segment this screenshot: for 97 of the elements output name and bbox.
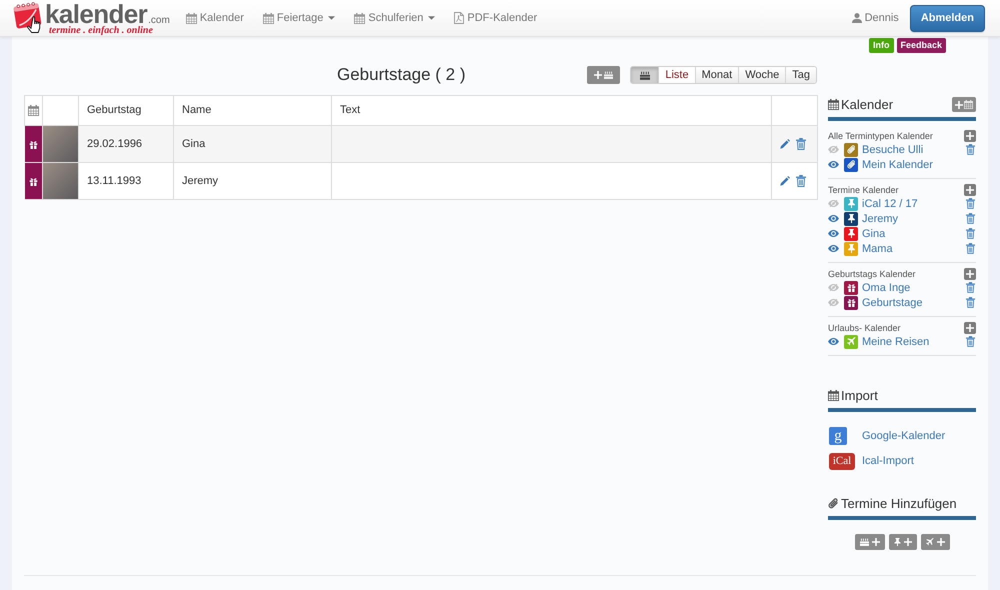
plus-icon <box>872 538 880 546</box>
photo-placeholder <box>43 163 79 199</box>
calendar-icon <box>964 100 973 109</box>
cake-icon <box>604 71 614 79</box>
calendar-icon <box>828 390 839 401</box>
pushpin-plus-button[interactable] <box>888 534 916 550</box>
column-header: Name <box>182 104 212 116</box>
plus-icon <box>904 538 912 546</box>
calendar-link[interactable]: Mein Kalender <box>862 158 933 172</box>
add-button[interactable] <box>964 322 976 334</box>
plane-icon <box>926 538 934 546</box>
gift-icon <box>28 140 38 148</box>
calendar-link[interactable]: Oma Inge <box>862 280 910 294</box>
calendar-link[interactable]: Mama <box>862 242 893 256</box>
cake-icon <box>640 70 650 80</box>
eye-icon[interactable] <box>828 230 839 237</box>
calendar-icon <box>186 12 197 24</box>
date-cell: 13.11.1993 <box>87 174 142 187</box>
add-birthday-button[interactable] <box>587 66 620 84</box>
calendar-link[interactable]: Geburtstage <box>862 296 923 310</box>
view-tab[interactable]: Monat <box>696 67 740 83</box>
section-title: Import <box>841 388 878 404</box>
trash-icon[interactable] <box>796 138 806 150</box>
add-calendar-button[interactable] <box>952 97 976 112</box>
trash-icon[interactable] <box>966 297 975 308</box>
nav-link[interactable]: PDF-Kalender <box>454 10 538 26</box>
plus-icon <box>966 270 974 278</box>
nav-link[interactable]: Kalender <box>186 10 244 26</box>
trash-icon[interactable] <box>966 228 975 239</box>
eye-icon[interactable] <box>828 161 839 168</box>
name-cell: Gina <box>182 138 206 150</box>
pdf-file-icon <box>454 12 464 24</box>
gift-icon <box>28 176 38 186</box>
plus-icon <box>966 324 974 332</box>
view-tab[interactable]: Woche <box>739 67 786 83</box>
trash-icon[interactable] <box>966 282 975 293</box>
nav-link[interactable]: Feiertage <box>262 10 336 26</box>
logout-button[interactable]: Abmelden <box>910 4 985 32</box>
pushpin-icon <box>894 538 900 546</box>
view-tab[interactable]: Liste <box>659 67 696 83</box>
column-header: Geburtstag <box>87 104 142 116</box>
import-link[interactable]: Google-Kalender <box>862 428 946 444</box>
eye-icon[interactable] <box>828 338 839 345</box>
add-button[interactable] <box>964 184 976 196</box>
name-cell: Jeremy <box>182 174 218 187</box>
badge-link[interactable]: Info <box>869 38 894 53</box>
calendar-link[interactable]: Meine Reisen <box>862 334 930 348</box>
paperclip-icon <box>828 498 839 509</box>
section-title: Kalender <box>841 96 894 112</box>
logo-suffix: .com <box>148 15 170 26</box>
plane-plus-button[interactable] <box>920 534 950 550</box>
plus-icon <box>955 100 963 108</box>
trash-icon[interactable] <box>966 144 975 155</box>
group-title: Urlaubs- Kalender <box>828 322 901 334</box>
add-button[interactable] <box>964 130 976 142</box>
group-title: Alle Termintypen Kalender <box>828 130 933 142</box>
trash-icon[interactable] <box>966 198 975 209</box>
calendar-link[interactable]: Besuche Ulli <box>862 142 924 156</box>
pencil-icon[interactable] <box>780 139 790 149</box>
trash-icon[interactable] <box>966 213 975 224</box>
user-icon <box>852 13 862 23</box>
plus-icon <box>966 186 974 194</box>
add-button[interactable] <box>964 268 976 280</box>
calendar-link[interactable]: Jeremy <box>862 212 898 226</box>
birthday-filter-button[interactable] <box>631 67 660 83</box>
ical-logo: iCal <box>829 453 855 470</box>
group-title: Termine Kalender <box>828 184 899 196</box>
plus-icon <box>936 538 944 546</box>
google-logo: g <box>829 427 847 445</box>
photo-placeholder <box>43 126 79 162</box>
trash-icon[interactable] <box>796 175 806 187</box>
badge-link[interactable]: Feedback <box>896 38 946 53</box>
view-tab[interactable]: Tag <box>786 67 816 83</box>
plus-icon <box>594 71 602 79</box>
calendar-link[interactable]: Gina <box>862 226 886 240</box>
pencil-icon[interactable] <box>780 176 790 186</box>
calendar-icon <box>354 12 366 24</box>
cake-icon <box>860 538 868 546</box>
eye-icon[interactable] <box>828 215 839 222</box>
cake-plus-button[interactable] <box>854 534 884 550</box>
trash-icon[interactable] <box>966 243 975 254</box>
eye-icon[interactable] <box>828 245 839 252</box>
trash-icon[interactable] <box>966 336 975 347</box>
calendar-link[interactable]: iCal 12 / 17 <box>862 196 918 210</box>
nav-link[interactable]: Schulferien <box>354 10 436 26</box>
page-title: Geburtstage ( 2 ) <box>337 65 466 85</box>
group-title: Geburtstags Kalender <box>828 268 916 280</box>
import-link[interactable]: Ical-Import <box>862 453 914 470</box>
column-header: Text <box>340 104 360 116</box>
logo-tagline: termine . einfach . online <box>49 26 154 36</box>
section-title: Termine Hinzufügen <box>841 496 957 512</box>
user-link[interactable]: Dennis <box>852 10 899 26</box>
calendar-icon <box>828 99 839 110</box>
calendar-icon <box>28 105 39 116</box>
date-cell: 29.02.1996 <box>87 138 142 150</box>
plus-icon <box>966 132 974 140</box>
calendar-icon <box>262 12 274 24</box>
